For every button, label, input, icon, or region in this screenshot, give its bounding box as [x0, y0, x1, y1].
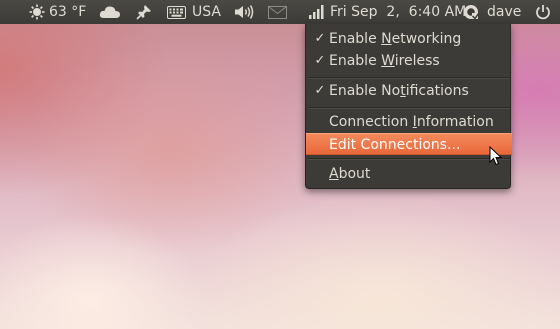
mail-icon[interactable]	[268, 0, 287, 24]
menu-separator	[308, 158, 510, 160]
menu-separator	[308, 77, 510, 79]
edit-connections-item[interactable]: Edit Connections...	[306, 133, 512, 155]
enable-wireless-item[interactable]: ✓ Enable Wireless	[306, 50, 512, 72]
about-label: About	[329, 166, 371, 182]
enable-wireless-label: Enable Wireless	[329, 53, 440, 69]
network-menu: ✓ Enable Networking ✓ Enable Wireless ✓ …	[305, 24, 512, 189]
checkmark-icon: ✓	[314, 31, 326, 46]
weather-temperature: 63 °F	[49, 4, 87, 20]
enable-networking-label: Enable Networking	[329, 31, 462, 47]
edit-connections-label: Edit Connections...	[329, 137, 461, 153]
keyboard-indicator[interactable]: USA	[167, 0, 221, 24]
keyboard-layout-label: USA	[192, 4, 221, 20]
connection-information-item[interactable]: Connection Information	[306, 111, 512, 133]
volume-icon[interactable]	[234, 0, 254, 24]
mouse-pointer-icon	[489, 145, 503, 170]
checkmark-icon: ✓	[314, 83, 326, 98]
about-item[interactable]: About	[306, 163, 512, 185]
enable-networking-item[interactable]: ✓ Enable Networking	[306, 28, 512, 50]
keyboard-icon	[167, 5, 186, 19]
user-menu[interactable]: dave	[463, 0, 521, 24]
sun-icon	[29, 4, 45, 20]
checkmark-icon: ✓	[314, 53, 326, 68]
pin-icon[interactable]	[136, 0, 152, 24]
power-icon[interactable]	[535, 0, 551, 24]
enable-notifications-label: Enable Notifications	[329, 83, 469, 99]
network-signal-icon[interactable]	[309, 0, 324, 24]
enable-notifications-item[interactable]: ✓ Enable Notifications	[306, 80, 512, 102]
user-status-icon	[463, 4, 479, 20]
cloud-icon[interactable]	[99, 0, 121, 24]
user-name: dave	[487, 4, 522, 20]
connection-information-label: Connection Information	[329, 114, 494, 130]
clock-label: Fri Sep 2, 6:40 AM	[330, 4, 467, 20]
menu-separator	[308, 107, 510, 109]
weather-indicator[interactable]: 63 °F	[29, 0, 86, 24]
top-panel: 63 °F USA Fri Sep 2, 6:40 AM dave	[0, 0, 560, 24]
clock[interactable]: Fri Sep 2, 6:40 AM	[330, 0, 466, 24]
